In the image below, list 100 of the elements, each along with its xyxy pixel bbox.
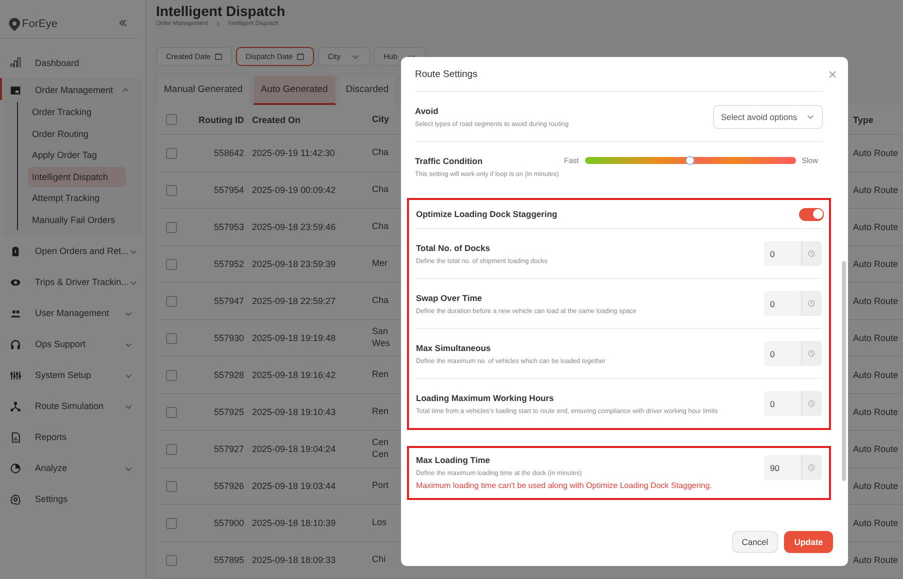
table-cell-text: Los xyxy=(372,517,388,529)
sidebar-item[interactable]: Trips & Driver Trackin... xyxy=(0,266,145,298)
column-header: City xyxy=(372,114,390,126)
sidebar-item[interactable]: Analyze xyxy=(0,452,145,484)
checkbox[interactable] xyxy=(166,296,177,306)
cancel-button[interactable]: Cancel xyxy=(732,531,778,553)
close-icon[interactable] xyxy=(829,70,836,78)
sidebar-item[interactable]: Settings xyxy=(0,484,145,514)
checkbox[interactable] xyxy=(166,370,177,380)
table-cell: 558642 xyxy=(214,148,244,158)
table-cell-text: Ren xyxy=(372,369,390,381)
table-cell: Auto Route xyxy=(853,259,898,269)
table-cell-text: Mer xyxy=(372,258,388,270)
update-button[interactable]: Update xyxy=(784,531,833,553)
tab[interactable]: Auto Generated xyxy=(252,75,336,105)
collapse-icon[interactable] xyxy=(119,19,127,29)
bar-chart-icon xyxy=(10,57,21,68)
table-cell: 2025-09-19 00:09:42 xyxy=(252,185,336,195)
checkbox[interactable] xyxy=(166,480,177,492)
tab[interactable]: Discarded xyxy=(338,75,397,105)
number-field[interactable]: 0 xyxy=(764,291,822,316)
table-cell: 2025-09-18 18:10:39 xyxy=(252,518,336,528)
table-cell: Auto Route xyxy=(853,222,898,232)
toggle-switch[interactable] xyxy=(799,208,824,220)
checkbox[interactable] xyxy=(166,258,177,270)
sidebar-item[interactable]: Ops Support xyxy=(0,328,145,360)
table-cell: 557927 xyxy=(214,444,244,454)
network-icon xyxy=(10,400,21,412)
sidebar-item[interactable]: System Setup xyxy=(0,360,145,390)
tab[interactable]: Manual Generated xyxy=(156,75,251,105)
select-field[interactable]: Select avoid options xyxy=(713,104,823,128)
sidebar-item[interactable]: Open Orders and Ret... xyxy=(0,236,145,266)
table-cell: 557947 xyxy=(214,296,244,306)
calendar-icon xyxy=(296,53,304,60)
table-cell: 557925 xyxy=(214,407,244,417)
users-icon xyxy=(10,308,21,318)
scrollbar[interactable] xyxy=(842,261,846,481)
table-cell: Auto Route xyxy=(853,444,898,454)
table-cell: Auto Route xyxy=(853,333,898,343)
table-cell: Auto Route xyxy=(853,370,898,380)
eye-icon xyxy=(10,276,21,288)
window-icon xyxy=(10,84,21,96)
table-cell: 2025-09-18 19:19:48 xyxy=(252,333,336,343)
checkbox[interactable] xyxy=(166,222,177,232)
submenu-item[interactable]: Apply Order Tag xyxy=(28,145,126,165)
submenu-item[interactable]: Manually Fail Orders xyxy=(28,210,126,230)
table-cell-text: Cha xyxy=(372,147,390,159)
number-field[interactable]: 0 xyxy=(764,341,822,366)
submenu-item[interactable]: Attempt Tracking xyxy=(28,188,126,208)
checkbox[interactable] xyxy=(166,114,177,125)
table-cell: 2025-09-18 23:59:39 xyxy=(252,259,336,269)
setting-label: Max Loading Time xyxy=(416,455,491,465)
table-cell: 557900 xyxy=(214,518,244,528)
table-cell: 2025-09-19 11:42:30 xyxy=(252,148,335,158)
table-cell: 557930 xyxy=(214,333,244,343)
number-field[interactable]: 90 xyxy=(764,455,822,480)
sidebar-item[interactable]: Dashboard xyxy=(0,47,145,78)
number-field[interactable]: 0 xyxy=(764,391,822,416)
sidebar-item[interactable]: Reports xyxy=(0,422,145,452)
chevron-icon xyxy=(216,21,220,27)
column-header: Created On xyxy=(252,114,301,124)
table-cell: 557926 xyxy=(214,481,244,491)
gear-icon xyxy=(10,494,21,504)
checkbox[interactable] xyxy=(166,332,177,344)
table-cell: Auto Route xyxy=(853,296,898,306)
checkbox[interactable] xyxy=(166,518,177,528)
table-cell: 557954 xyxy=(214,185,244,195)
sidebar-item[interactable]: User Management xyxy=(0,298,145,328)
table-cell: 557928 xyxy=(214,370,244,380)
checkbox[interactable] xyxy=(166,148,177,158)
submenu-item[interactable]: Intelligent Dispatch xyxy=(28,166,126,186)
setting-label: Loading Maximum Working Hours xyxy=(416,392,555,402)
logo: ForEye xyxy=(9,18,58,30)
submenu-item[interactable]: Order Routing xyxy=(28,124,126,144)
number-field[interactable]: 0 xyxy=(764,241,822,266)
table-cell-text: Cha xyxy=(372,184,390,196)
checkbox[interactable] xyxy=(166,554,177,566)
column-header: Type xyxy=(853,114,874,124)
column-header: Routing ID xyxy=(198,114,244,124)
table-cell-text: San Wes xyxy=(372,326,391,350)
slider-thumb[interactable] xyxy=(686,156,695,164)
setting-label: Swap Over Time xyxy=(416,292,483,302)
table-cell-text: Cha xyxy=(372,295,390,307)
checkbox[interactable] xyxy=(166,444,177,454)
table-cell: 2025-09-18 19:04:24 xyxy=(252,444,336,454)
sliders-icon xyxy=(10,370,21,380)
clipboard-icon xyxy=(10,246,21,256)
sidebar-item[interactable]: Order Management xyxy=(3,78,142,102)
table-cell: Auto Route xyxy=(853,555,898,565)
table-cell: Auto Route xyxy=(853,185,898,195)
checkbox[interactable] xyxy=(166,184,177,196)
calendar-icon xyxy=(214,53,222,60)
sidebar-item[interactable]: Route Simulation xyxy=(0,390,145,422)
table-cell-text: Port xyxy=(372,480,390,492)
setting-label: Total No. of Docks xyxy=(416,242,491,252)
submenu-item[interactable]: Order Tracking xyxy=(28,102,126,122)
table-cell-text: Ren xyxy=(372,406,390,418)
table-cell: Auto Route xyxy=(853,518,898,528)
checkbox[interactable] xyxy=(166,406,177,418)
setting-label: Traffic Condition xyxy=(415,156,484,166)
